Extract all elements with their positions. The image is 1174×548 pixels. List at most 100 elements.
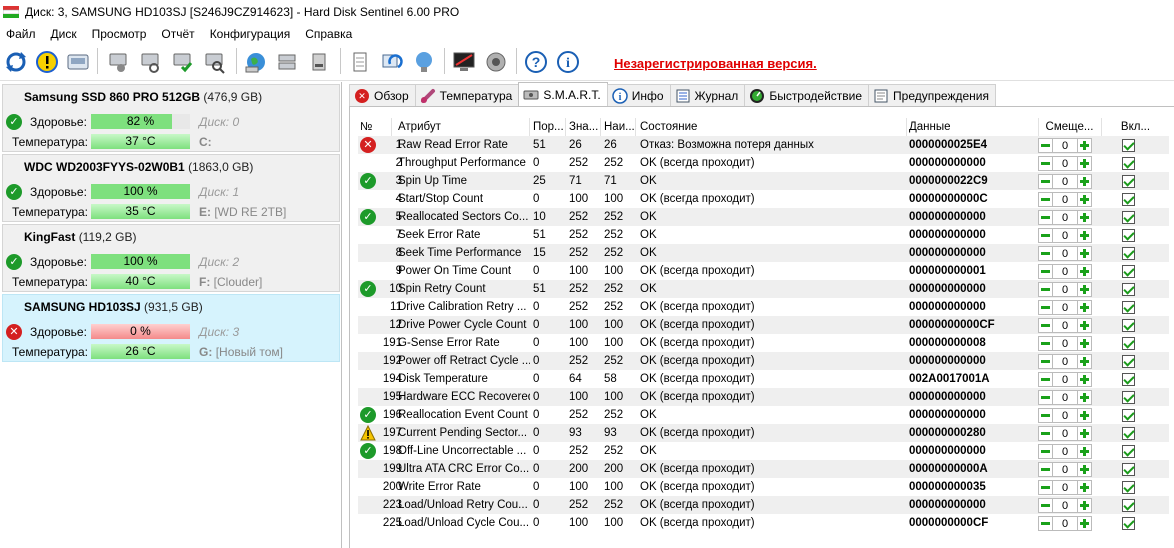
increase-offset-button[interactable] (1077, 426, 1092, 441)
disk-item-selected[interactable]: SAMSUNG HD103SJ (931,5 GB) ✕ Здоровье: 0… (2, 294, 340, 362)
table-row[interactable]: 195 Hardware ECC Recovered 0 100 100 OK (всег… (358, 388, 1169, 406)
increase-offset-button[interactable] (1077, 282, 1092, 297)
enabled-checkbox[interactable] (1122, 319, 1135, 332)
tab-info[interactable]: i Инфо (606, 84, 671, 106)
tab-warnings[interactable]: Предупреждения (868, 84, 996, 106)
tab-overview[interactable]: ✕ Обзор (349, 84, 416, 106)
decrease-offset-button[interactable] (1038, 390, 1053, 405)
decrease-offset-button[interactable] (1038, 372, 1053, 387)
offset-value[interactable]: 0 (1053, 318, 1077, 333)
increase-offset-button[interactable] (1077, 354, 1092, 369)
increase-offset-button[interactable] (1077, 480, 1092, 495)
sync-icon[interactable] (379, 48, 405, 76)
decrease-offset-button[interactable] (1038, 300, 1053, 315)
disk-item[interactable]: KingFast (119,2 GB) ✓ Здоровье: 100 % Ди… (2, 224, 340, 292)
col-header-offset[interactable]: Смеще... (1038, 118, 1102, 136)
tab-log[interactable]: Журнал (669, 84, 746, 106)
enabled-checkbox[interactable] (1122, 481, 1135, 494)
increase-offset-button[interactable] (1077, 156, 1092, 171)
tab-performance[interactable]: Быстродействие (744, 84, 870, 106)
col-header-enabled[interactable]: Вкл... (1102, 118, 1169, 136)
increase-offset-button[interactable] (1077, 210, 1092, 225)
increase-offset-button[interactable] (1077, 264, 1092, 279)
offset-value[interactable]: 0 (1053, 282, 1077, 297)
decrease-offset-button[interactable] (1038, 516, 1053, 531)
enabled-checkbox[interactable] (1122, 463, 1135, 476)
enabled-checkbox[interactable] (1122, 499, 1135, 512)
disk-item[interactable]: WDC WD2003FYYS-02W0B1 (1863,0 GB) ✓ Здор… (2, 154, 340, 222)
decrease-offset-button[interactable] (1038, 210, 1053, 225)
unregistered-version-link[interactable]: Незарегистрированная версия. (614, 56, 817, 71)
increase-offset-button[interactable] (1077, 192, 1092, 207)
col-header-attribute[interactable]: Атрибут (398, 118, 530, 136)
globe-icon[interactable] (243, 48, 269, 76)
table-row[interactable]: 199 Ultra ATA CRC Error Co... 0 200 200 OK (в… (358, 460, 1169, 478)
table-row[interactable]: 200 Write Error Rate 0 100 100 OK (всегда про… (358, 478, 1169, 496)
table-row[interactable]: 11 Drive Calibration Retry ... 0 252 252 OK (… (358, 298, 1169, 316)
offset-value[interactable]: 0 (1053, 210, 1077, 225)
decrease-offset-button[interactable] (1038, 336, 1053, 351)
table-row[interactable]: ✓ 5 Reallocated Sectors Co... 10 252 252 OK 000… (358, 208, 1169, 226)
disk-test-icon[interactable] (138, 48, 164, 76)
offset-value[interactable]: 0 (1053, 156, 1077, 171)
decrease-offset-button[interactable] (1038, 192, 1053, 207)
increase-offset-button[interactable] (1077, 336, 1092, 351)
offset-value[interactable]: 0 (1053, 426, 1077, 441)
enabled-checkbox[interactable] (1122, 139, 1135, 152)
increase-offset-button[interactable] (1077, 408, 1092, 423)
enabled-checkbox[interactable] (1122, 445, 1135, 458)
offset-value[interactable]: 0 (1053, 264, 1077, 279)
col-header-threshold[interactable]: Пор... (530, 118, 566, 136)
enabled-checkbox[interactable] (1122, 193, 1135, 206)
disk-item[interactable]: Samsung SSD 860 PRO 512GB (476,9 GB) ✓ З… (2, 84, 340, 152)
table-row[interactable]: 7 Seek Error Rate 51 252 252 OK 000000000000 0 (358, 226, 1169, 244)
enabled-checkbox[interactable] (1122, 355, 1135, 368)
offset-value[interactable]: 0 (1053, 138, 1077, 153)
disk-surface-icon[interactable] (65, 48, 91, 76)
offset-value[interactable]: 0 (1053, 192, 1077, 207)
col-header-data[interactable]: Данные (907, 118, 1039, 136)
increase-offset-button[interactable] (1077, 228, 1092, 243)
enabled-checkbox[interactable] (1122, 265, 1135, 278)
table-row[interactable]: 8 Seek Time Performance 15 252 252 OK 00000000… (358, 244, 1169, 262)
increase-offset-button[interactable] (1077, 300, 1092, 315)
table-row[interactable]: ✓ 196 Reallocation Event Count 0 252 252 OK 000… (358, 406, 1169, 424)
offset-value[interactable]: 0 (1053, 246, 1077, 261)
col-header-worst[interactable]: Наи... (601, 118, 636, 136)
offset-value[interactable]: 0 (1053, 498, 1077, 513)
offset-value[interactable]: 0 (1053, 480, 1077, 495)
offset-value[interactable]: 0 (1053, 462, 1077, 477)
decrease-offset-button[interactable] (1038, 318, 1053, 333)
offset-value[interactable]: 0 (1053, 516, 1077, 531)
enabled-checkbox[interactable] (1122, 175, 1135, 188)
decrease-offset-button[interactable] (1038, 138, 1053, 153)
server-icon[interactable] (274, 48, 300, 76)
enabled-checkbox[interactable] (1122, 427, 1135, 440)
increase-offset-button[interactable] (1077, 516, 1092, 531)
enabled-checkbox[interactable] (1122, 301, 1135, 314)
offset-value[interactable]: 0 (1053, 300, 1077, 315)
menu-file[interactable]: Файл (0, 27, 45, 41)
table-row[interactable]: 4 Start/Stop Count 0 100 100 OK (всегда прохо… (358, 190, 1169, 208)
offset-value[interactable]: 0 (1053, 354, 1077, 369)
offset-value[interactable]: 0 (1053, 408, 1077, 423)
table-row[interactable]: 12 Drive Power Cycle Count 0 100 100 OK (всег… (358, 316, 1169, 334)
offset-value[interactable]: 0 (1053, 390, 1077, 405)
decrease-offset-button[interactable] (1038, 282, 1053, 297)
decrease-offset-button[interactable] (1038, 408, 1053, 423)
enabled-checkbox[interactable] (1122, 391, 1135, 404)
table-row[interactable]: ✓ 10 Spin Retry Count 51 252 252 OK 00000000000… (358, 280, 1169, 298)
decrease-offset-button[interactable] (1038, 228, 1053, 243)
decrease-offset-button[interactable] (1038, 354, 1053, 369)
decrease-offset-button[interactable] (1038, 174, 1053, 189)
menu-report[interactable]: Отчёт (155, 27, 203, 41)
monitor-icon[interactable] (451, 48, 477, 76)
increase-offset-button[interactable] (1077, 138, 1092, 153)
enabled-checkbox[interactable] (1122, 283, 1135, 296)
decrease-offset-button[interactable] (1038, 246, 1053, 261)
network-icon[interactable] (411, 48, 437, 76)
disk-check-icon[interactable] (170, 48, 196, 76)
disk-settings-icon[interactable] (106, 48, 132, 76)
table-row[interactable]: 2 Throughput Performance 0 252 252 OK (всегда… (358, 154, 1169, 172)
offset-value[interactable]: 0 (1053, 336, 1077, 351)
